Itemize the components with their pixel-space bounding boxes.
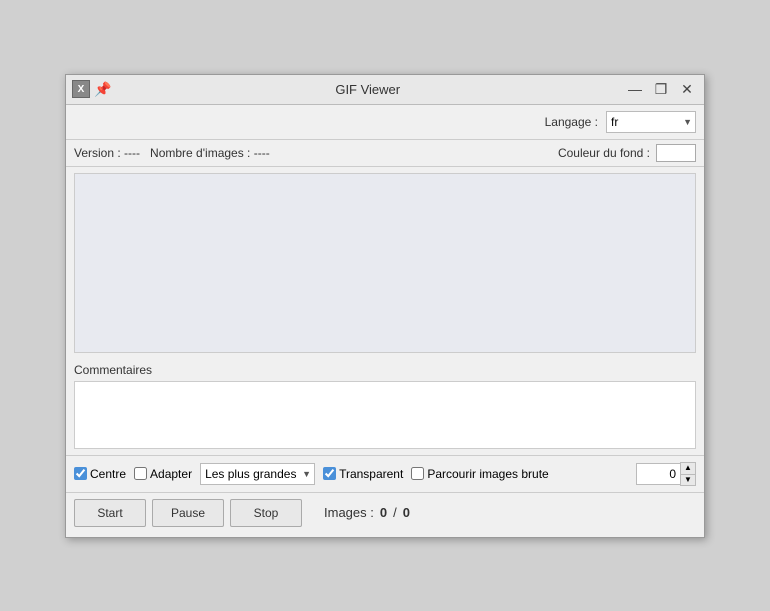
pause-button[interactable]: Pause: [152, 499, 224, 527]
language-select-wrapper: fr en de es: [606, 111, 696, 133]
version-info: Version : ---- Nombre d'images : ----: [74, 146, 270, 160]
browse-label: Parcourir images brute: [427, 467, 548, 481]
images-label: Images :: [324, 505, 374, 520]
browse-checkbox[interactable]: [411, 467, 424, 480]
language-label: Langage :: [545, 115, 598, 129]
adapter-group: Adapter: [134, 467, 192, 481]
titlebar: X 📌 GIF Viewer — ❐ ✕: [66, 75, 704, 105]
minimize-button[interactable]: —: [624, 78, 646, 100]
spinner-buttons: ▲ ▼: [680, 462, 696, 486]
maximize-button[interactable]: ❐: [650, 78, 672, 100]
adapter-checkbox[interactable]: [134, 467, 147, 480]
transparent-group: Transparent: [323, 467, 403, 481]
options-row: Centre Adapter Les plus grandes Original…: [66, 455, 704, 492]
centre-label: Centre: [90, 467, 126, 481]
image-count-label: Nombre d'images :: [150, 146, 250, 160]
image-count-value: ----: [254, 146, 270, 160]
comments-textarea[interactable]: [74, 381, 696, 449]
start-button[interactable]: Start: [74, 499, 146, 527]
preview-area: [74, 173, 696, 353]
size-select-wrapper: Les plus grandes Originale Adapter Étire…: [200, 463, 315, 485]
version-label: Version :: [74, 146, 121, 160]
spinner-up-button[interactable]: ▲: [681, 463, 695, 474]
spinner-input[interactable]: [636, 463, 680, 485]
current-image: 0: [380, 505, 387, 520]
centre-group: Centre: [74, 467, 126, 481]
adapter-label: Adapter: [150, 467, 192, 481]
language-toolbar: Langage : fr en de es: [66, 105, 704, 140]
bg-color-picker[interactable]: [656, 144, 696, 162]
actions-row: Start Pause Stop Images : 0 / 0: [66, 492, 704, 537]
centre-checkbox[interactable]: [74, 467, 87, 480]
pin-icon[interactable]: 📌: [94, 81, 111, 98]
comments-label: Commentaires: [66, 359, 704, 379]
spinner-group: ▲ ▼: [636, 462, 696, 486]
transparent-checkbox[interactable]: [323, 467, 336, 480]
stop-button[interactable]: Stop: [230, 499, 302, 527]
info-row: Version : ---- Nombre d'images : ---- Co…: [66, 140, 704, 167]
transparent-label: Transparent: [339, 467, 403, 481]
bg-color-info: Couleur du fond :: [558, 144, 696, 162]
images-info: Images : 0 / 0: [324, 505, 410, 520]
window-controls: — ❐ ✕: [624, 78, 698, 100]
total-images: 0: [403, 505, 410, 520]
window-title: GIF Viewer: [111, 82, 624, 97]
version-value: ----: [124, 146, 140, 160]
browse-group: Parcourir images brute: [411, 467, 548, 481]
size-select[interactable]: Les plus grandes Originale Adapter Étire…: [200, 463, 315, 485]
main-window: X 📌 GIF Viewer — ❐ ✕ Langage : fr en de …: [65, 74, 705, 538]
bg-color-label: Couleur du fond :: [558, 146, 650, 160]
close-button[interactable]: ✕: [676, 78, 698, 100]
images-separator: /: [393, 505, 397, 520]
app-icon: X: [72, 80, 90, 98]
language-select[interactable]: fr en de es: [606, 111, 696, 133]
spinner-down-button[interactable]: ▼: [681, 474, 695, 485]
